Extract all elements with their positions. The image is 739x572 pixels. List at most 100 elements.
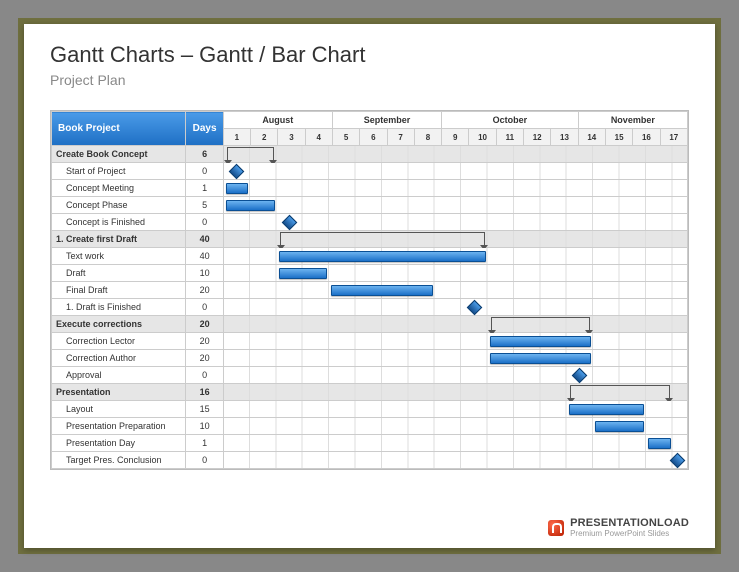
week-header: 1	[223, 129, 250, 146]
week-header: 10	[469, 129, 496, 146]
gantt-bar	[595, 421, 644, 432]
week-header: 12	[524, 129, 551, 146]
phase-bracket	[280, 232, 485, 246]
task-name: Correction Lector	[52, 333, 186, 350]
milestone-icon	[572, 368, 588, 384]
task-name: Final Draft	[52, 282, 186, 299]
gantt-row-track	[223, 435, 687, 452]
task-days: 40	[186, 248, 223, 265]
task-row: Target Pres. Conclusion0	[52, 452, 688, 469]
gantt-bar	[279, 251, 486, 262]
gantt-row-track	[223, 452, 687, 469]
task-days: 5	[186, 197, 223, 214]
task-days: 0	[186, 163, 223, 180]
task-row: Draft10	[52, 265, 688, 282]
task-row: Text work40	[52, 248, 688, 265]
month-header: September	[332, 112, 441, 129]
task-name: 1. Draft is Finished	[52, 299, 186, 316]
gantt-row-track	[223, 367, 687, 384]
task-name: Create Book Concept	[52, 146, 186, 163]
task-row: Approval0	[52, 367, 688, 384]
gantt-row-track	[223, 197, 687, 214]
task-days: 0	[186, 367, 223, 384]
outer-frame: Gantt Charts – Gantt / Bar Chart Project…	[18, 18, 721, 554]
gantt-bar	[279, 268, 328, 279]
task-days: 16	[186, 384, 223, 401]
gantt-row-track	[223, 350, 687, 367]
task-name: Concept is Finished	[52, 214, 186, 231]
week-header: 15	[605, 129, 632, 146]
week-header: 7	[387, 129, 414, 146]
phase-bracket	[227, 147, 274, 161]
task-days: 10	[186, 418, 223, 435]
week-header: 8	[414, 129, 441, 146]
task-row: 1. Draft is Finished0	[52, 299, 688, 316]
page-title: Gantt Charts – Gantt / Bar Chart	[50, 42, 689, 68]
gantt-row-track	[223, 384, 687, 401]
gantt-row-track	[223, 248, 687, 265]
gantt-row-track	[223, 214, 687, 231]
slide: Gantt Charts – Gantt / Bar Chart Project…	[24, 24, 715, 548]
week-header: 16	[633, 129, 660, 146]
phase-row: Execute corrections20	[52, 316, 688, 333]
task-name: Presentation	[52, 384, 186, 401]
footer: PRESENTATIONLOAD Premium PowerPoint Slid…	[548, 517, 689, 538]
milestone-icon	[466, 300, 482, 316]
gantt-table: Book ProjectDaysAugustSeptemberOctoberNo…	[51, 111, 688, 469]
task-days: 20	[186, 350, 223, 367]
gantt-bar	[331, 285, 433, 296]
gantt-chart: Book ProjectDaysAugustSeptemberOctoberNo…	[50, 110, 689, 470]
task-days: 20	[186, 316, 223, 333]
week-header: 5	[332, 129, 359, 146]
week-header: 2	[251, 129, 278, 146]
task-row: Presentation Day1	[52, 435, 688, 452]
task-name: Start of Project	[52, 163, 186, 180]
col-header-task: Book Project	[52, 112, 186, 146]
task-days: 1	[186, 435, 223, 452]
phase-row: Create Book Concept6	[52, 146, 688, 163]
task-row: Concept is Finished0	[52, 214, 688, 231]
task-name: Presentation Day	[52, 435, 186, 452]
gantt-row-track	[223, 180, 687, 197]
gantt-bar	[490, 336, 592, 347]
gantt-row-track	[223, 401, 687, 418]
task-days: 10	[186, 265, 223, 282]
task-days: 40	[186, 231, 223, 248]
task-days: 20	[186, 282, 223, 299]
gantt-bar	[490, 353, 592, 364]
task-name: Execute corrections	[52, 316, 186, 333]
week-header: 14	[578, 129, 605, 146]
milestone-icon	[281, 215, 297, 231]
milestone-icon	[229, 164, 245, 180]
week-header: 17	[660, 129, 687, 146]
footer-brand: PRESENTATIONLOAD	[570, 517, 689, 529]
task-row: Layout15	[52, 401, 688, 418]
task-days: 0	[186, 214, 223, 231]
task-name: Target Pres. Conclusion	[52, 452, 186, 469]
phase-row: Presentation16	[52, 384, 688, 401]
week-header: 9	[442, 129, 469, 146]
task-row: Start of Project0	[52, 163, 688, 180]
week-header: 4	[305, 129, 332, 146]
month-header: August	[223, 112, 332, 129]
col-header-days: Days	[186, 112, 223, 146]
gantt-row-track	[223, 333, 687, 350]
task-row: Correction Lector20	[52, 333, 688, 350]
page-subtitle: Project Plan	[50, 72, 689, 88]
month-header: October	[442, 112, 579, 129]
gantt-row-track	[223, 265, 687, 282]
footer-tagline: Premium PowerPoint Slides	[570, 529, 689, 538]
task-row: Concept Meeting1	[52, 180, 688, 197]
task-days: 6	[186, 146, 223, 163]
week-header: 6	[360, 129, 387, 146]
gantt-row-track	[223, 282, 687, 299]
gantt-row-track	[223, 418, 687, 435]
phase-bracket	[570, 385, 670, 399]
task-name: Presentation Preparation	[52, 418, 186, 435]
task-name: Draft	[52, 265, 186, 282]
task-row: Presentation Preparation10	[52, 418, 688, 435]
task-days: 1	[186, 180, 223, 197]
gantt-row-track	[223, 163, 687, 180]
week-header: 13	[551, 129, 578, 146]
task-days: 15	[186, 401, 223, 418]
